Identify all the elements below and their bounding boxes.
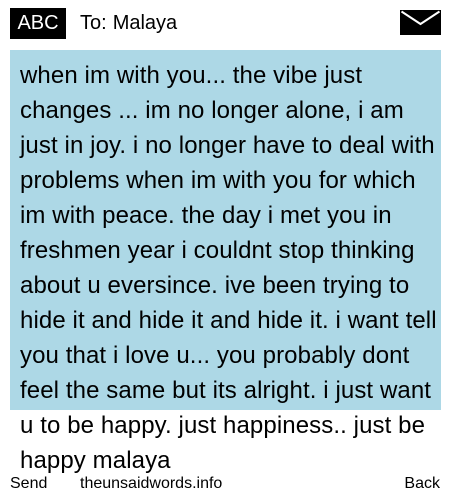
message-body[interactable]: when im with you... the vibe just change…: [20, 58, 438, 478]
input-mode-badge[interactable]: ABC: [10, 8, 66, 39]
recipient-name: Malaya: [112, 12, 178, 34]
back-softkey[interactable]: Back: [404, 474, 440, 494]
send-softkey[interactable]: Send: [10, 474, 47, 494]
site-watermark: theunsaidwords.info: [80, 475, 223, 492]
envelope-icon: [400, 10, 441, 35]
to-label: To:: [80, 12, 107, 34]
recipient-field[interactable]: To: Malaya: [80, 8, 177, 39]
sms-compose-screen: ABC To: Malaya when im with you... the vi…: [0, 0, 450, 500]
compose-header: ABC To: Malaya: [0, 0, 450, 48]
